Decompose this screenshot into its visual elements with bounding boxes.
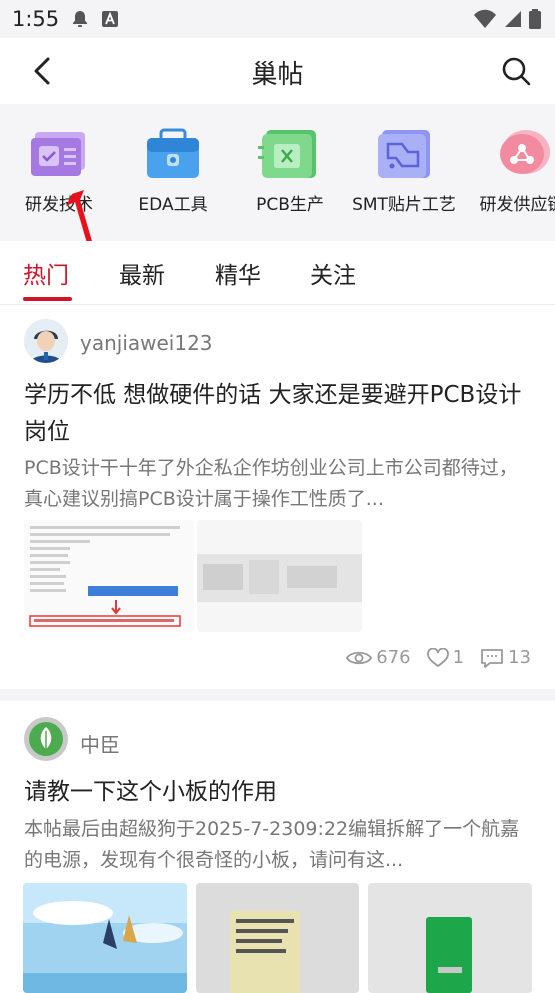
- page-title: 巢帖: [251, 60, 304, 90]
- post-title[interactable]: 学历不低 想做硬件的话 大家还是要避开PCB设计岗位: [24, 377, 534, 451]
- search-icon[interactable]: [499, 54, 533, 88]
- category-eda-tools[interactable]: EDA工具: [113, 126, 233, 215]
- post-image[interactable]: [197, 520, 362, 632]
- annotation-arrow: [66, 190, 92, 241]
- avatar[interactable]: [24, 319, 68, 363]
- tab-featured[interactable]: 精华: [215, 256, 261, 290]
- anime-thumbnail: [23, 883, 187, 993]
- category-label: PCB生产: [256, 195, 324, 215]
- avatar[interactable]: [24, 717, 68, 761]
- category-label: SMT贴片工艺: [352, 195, 456, 215]
- category-strip: 研发技术 EDA工具 PCB生产 SMT贴片工艺 研发供应: [0, 104, 555, 241]
- app-header: 巢帖: [0, 38, 555, 104]
- comments-stat[interactable]: 13: [480, 647, 531, 668]
- wifi-icon: [474, 9, 496, 28]
- post-excerpt[interactable]: 本帖最后由超級狗于2025-7-2309:22编辑拆解了一个航嘉的电源，发现有个…: [24, 814, 529, 876]
- post-image[interactable]: [368, 883, 532, 993]
- tab-following[interactable]: 关注: [310, 256, 356, 290]
- post-author[interactable]: yanjiawei123: [80, 331, 213, 355]
- post-image[interactable]: [196, 883, 359, 993]
- status-bar: 1:55: [0, 0, 555, 38]
- avatar-image: [24, 717, 68, 761]
- tab-latest[interactable]: 最新: [119, 256, 165, 290]
- bell-icon: [73, 11, 87, 27]
- post-image[interactable]: [24, 520, 194, 632]
- post-stats: 676 1 13: [346, 647, 531, 668]
- post-card[interactable]: 中臣 请教一下这个小板的作用 本帖最后由超級狗于2025-7-2309:22编辑…: [0, 701, 555, 993]
- system-icons: [473, 9, 541, 29]
- active-tab-indicator: [23, 297, 72, 301]
- views-stat: 676: [346, 647, 411, 668]
- post-card[interactable]: yanjiawei123 学历不低 想做硬件的话 大家还是要避开PCB设计岗位 …: [0, 305, 555, 689]
- pcb-board-icon: [258, 130, 316, 178]
- post-excerpt[interactable]: PCB设计干十年了外企私企作坊创业公司上市公司都待过，真心建议别搞PCB设计属于…: [24, 453, 529, 515]
- avatar-image: [24, 319, 68, 363]
- post-image[interactable]: [23, 883, 187, 993]
- tab-hot[interactable]: 热门: [23, 256, 69, 290]
- screenshot-thumbnail: [24, 520, 194, 632]
- battery-icon: [529, 9, 541, 29]
- heart-icon: [426, 647, 449, 667]
- toolbox-icon: [147, 128, 199, 178]
- signal-icon: [505, 11, 521, 27]
- category-label: 研发供应链: [479, 195, 555, 215]
- feed-tabs: 热门 最新 精华 关注: [0, 241, 555, 305]
- status-time: 1:55: [12, 7, 60, 31]
- comment-icon: [481, 648, 503, 668]
- post-title[interactable]: 请教一下这个小板的作用: [24, 774, 534, 811]
- views-count: 676: [376, 647, 411, 668]
- small-board-photo: [196, 883, 359, 993]
- supply-chain-icon: [500, 130, 550, 174]
- font-a-icon: [102, 11, 118, 27]
- post-divider: [0, 689, 555, 701]
- category-smt[interactable]: SMT贴片工艺: [344, 126, 464, 215]
- likes-stat[interactable]: 1: [426, 647, 465, 668]
- notification-icons: [70, 9, 120, 29]
- category-supply-chain[interactable]: 研发供应链: [462, 126, 555, 215]
- chip-design-icon: [31, 132, 85, 176]
- likes-count: 1: [452, 647, 465, 668]
- category-label: EDA工具: [138, 195, 208, 215]
- category-pcb-production[interactable]: PCB生产: [230, 126, 350, 215]
- green-board-photo: [368, 883, 532, 993]
- comments-count: 13: [508, 647, 531, 668]
- blurred-thumbnail: [197, 520, 362, 632]
- post-author[interactable]: 中臣: [80, 729, 120, 758]
- smt-icon: [378, 130, 430, 178]
- eye-icon: [346, 651, 373, 664]
